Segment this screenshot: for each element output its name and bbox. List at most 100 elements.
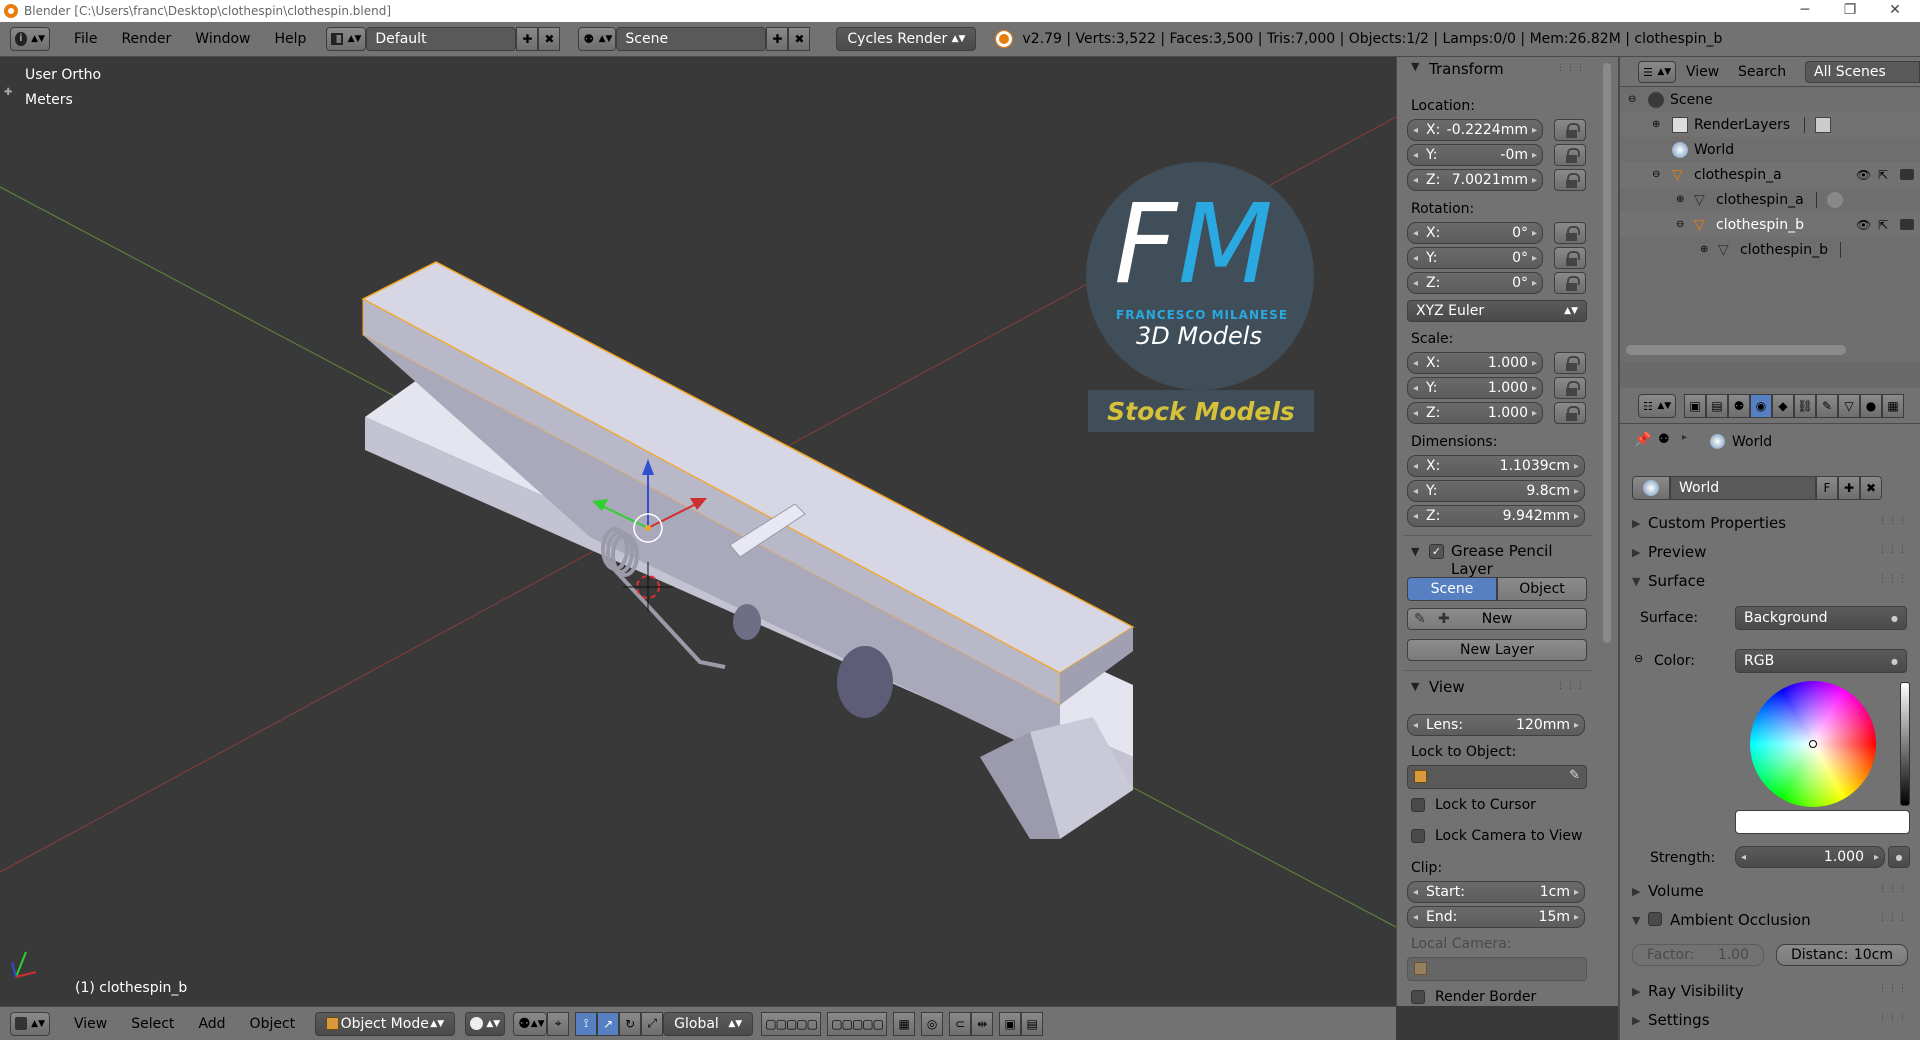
drag-handle-icon[interactable]: ⋮⋮⋮ [1878, 545, 1908, 555]
renderlayer-tab-icon[interactable]: ▤ [1706, 394, 1728, 418]
grease-object-tab[interactable]: Object [1497, 577, 1587, 601]
clip-end-field[interactable]: End:15m [1407, 906, 1585, 928]
section-surface[interactable]: ▼ Surface [1632, 568, 1912, 594]
minimize-button[interactable]: ─ [1784, 0, 1826, 22]
render-opengl-button[interactable]: ▣ [999, 1011, 1022, 1036]
remove-screen-button[interactable]: ✖ [538, 27, 561, 51]
screen-layout-field[interactable]: Default [366, 27, 517, 51]
location-z-field[interactable]: Z:7.0021mm [1407, 169, 1543, 191]
modifier-tab-icon[interactable]: ✎ [1816, 394, 1838, 418]
layers-grid-2[interactable]: ▢▢▢▢▢ [827, 1011, 888, 1036]
section-ray-visibility[interactable]: ▶ Ray Visibility [1632, 978, 1912, 1004]
drag-handle-icon[interactable]: ⋮⋮⋮ [1878, 884, 1908, 894]
cursor-icon[interactable]: ⇱ [1878, 168, 1888, 182]
eye-icon[interactable]: 👁 [1856, 168, 1871, 182]
surface-shader-dropdown[interactable]: Background ● [1735, 606, 1907, 630]
local-camera-field[interactable] [1407, 957, 1587, 981]
scale-manipulator-button[interactable]: ⤢ [641, 1011, 664, 1036]
manipulator-center-button[interactable]: ⌖ [547, 1011, 570, 1036]
toolshelf-toggle[interactable]: ✚ [4, 87, 12, 98]
maximize-button[interactable]: ❐ [1829, 0, 1871, 22]
npanel-scrollbar[interactable] [1603, 63, 1611, 643]
cursor-icon[interactable]: ⇱ [1878, 218, 1888, 232]
unlink-world-button[interactable]: ✖ [1860, 476, 1882, 500]
dimension-y-field[interactable]: Y:9.8cm [1407, 480, 1585, 502]
section-settings[interactable]: ▶ Settings [1632, 1007, 1912, 1033]
outliner-filter-dropdown[interactable]: All Scenes [1805, 61, 1920, 83]
menu-object[interactable]: Object [238, 1016, 308, 1032]
scale-x-field[interactable]: X:1.000 [1407, 352, 1543, 374]
data-tab-icon[interactable]: ▽ [1838, 394, 1860, 418]
drag-handle-icon[interactable]: ⋮⋮⋮ [1878, 913, 1908, 923]
strength-field[interactable]: ◂ 1.000 ▸ [1735, 846, 1885, 868]
color-swatch[interactable] [1735, 810, 1910, 834]
view-panel-title[interactable]: View [1429, 678, 1465, 696]
render-animation-button[interactable]: ▤ [1021, 1011, 1044, 1036]
drag-handle-icon[interactable]: ⋮⋮⋮ [1878, 574, 1908, 584]
camera-icon[interactable] [1900, 219, 1914, 230]
world-tab-icon[interactable]: ◉ [1750, 394, 1772, 418]
lock-icon[interactable] [1554, 169, 1586, 191]
lock-camera-checkbox[interactable] [1411, 829, 1425, 843]
scene-icon-button[interactable]: ⚉ ▲▼ [578, 27, 617, 51]
drag-handle-icon[interactable]: ⋮⋮⋮ [1878, 516, 1908, 526]
proportional-edit-button[interactable]: ◎ [921, 1011, 944, 1036]
3d-viewport[interactable]: User Ortho Meters (1) clothespin_b ✚ F M… [0, 57, 1396, 1006]
outliner-search-menu[interactable]: Search [1738, 64, 1786, 80]
constraints-tab-icon[interactable]: ⛓ [1794, 394, 1816, 418]
pivot-point-dropdown[interactable]: ⚉ ▲▼ [513, 1011, 548, 1036]
eyedropper-icon[interactable]: ✎ [1569, 768, 1580, 783]
world-browse-button[interactable] [1632, 476, 1670, 500]
translate-manipulator-button[interactable]: ↗ [597, 1011, 620, 1036]
outliner-row[interactable]: ⊕ RenderLayers [1620, 112, 1920, 137]
value-slider[interactable] [1900, 682, 1910, 806]
remove-scene-button[interactable]: ✖ [788, 27, 811, 51]
rotation-x-field[interactable]: X:0° [1407, 222, 1543, 244]
render-tab-icon[interactable]: ▣ [1684, 394, 1706, 418]
menu-add[interactable]: Add [186, 1016, 237, 1032]
outliner-row[interactable]: ⊕ ▽ clothespin_a [1620, 187, 1920, 212]
lock-icon[interactable] [1554, 402, 1586, 424]
camera-icon[interactable] [1900, 169, 1914, 180]
lock-icon[interactable] [1554, 119, 1586, 141]
collapse-icon[interactable]: ⊖ [1652, 169, 1666, 180]
viewport-shading-dropdown[interactable]: ▲▼ [465, 1011, 506, 1036]
scene-field[interactable]: Scene [616, 27, 767, 51]
object-tab-icon[interactable]: ◆ [1772, 394, 1794, 418]
layers-grid-1[interactable]: ▢▢▢▢▢ [761, 1011, 822, 1036]
color-wheel[interactable] [1750, 681, 1876, 807]
outliner-row[interactable]: ⊖ Scene [1620, 87, 1920, 112]
lock-layers-button[interactable]: ▦ [893, 1011, 916, 1036]
menu-file[interactable]: File [62, 31, 109, 47]
screen-layout-icon[interactable]: ▲▼ [326, 27, 367, 51]
menu-render[interactable]: Render [109, 31, 183, 47]
rotate-manipulator-button[interactable]: ↻ [619, 1011, 642, 1036]
lock-icon[interactable] [1554, 352, 1586, 374]
render-border-checkbox[interactable] [1411, 990, 1425, 1004]
outliner-row[interactable]: ⊕ ▽ clothespin_b [1620, 237, 1920, 262]
transform-orientation-dropdown[interactable]: Global ▲▼ [663, 1011, 754, 1036]
lock-icon[interactable] [1554, 247, 1586, 269]
dimension-x-field[interactable]: X:1.1039cm [1407, 455, 1585, 477]
drag-handle-icon[interactable]: ⋮⋮⋮ [1556, 681, 1586, 691]
snap-toggle-button[interactable]: ⊂ [949, 1011, 972, 1036]
lock-icon[interactable] [1554, 222, 1586, 244]
outliner-row[interactable]: ⊖ ▽ clothespin_b 👁 ⇱ [1620, 212, 1920, 237]
lock-icon[interactable] [1554, 272, 1586, 294]
collapse-icon[interactable]: ⊖ [1676, 219, 1690, 230]
grease-new-button[interactable]: ✎ ✚ New [1407, 608, 1587, 630]
manipulator-toggle-button[interactable]: ⟟ [575, 1011, 598, 1036]
section-ambient-occlusion[interactable]: ▼ Ambient Occlusion [1632, 907, 1912, 933]
grease-pencil-title[interactable]: Grease Pencil Layer [1451, 542, 1598, 578]
section-volume[interactable]: ▶ Volume [1632, 878, 1912, 904]
close-button[interactable]: ✕ [1874, 0, 1916, 22]
expand-icon[interactable]: ⊕ [1700, 244, 1714, 255]
snap-element-button[interactable]: ⇹ [971, 1011, 994, 1036]
add-scene-button[interactable]: ✚ [766, 27, 789, 51]
grease-scene-tab[interactable]: Scene [1407, 577, 1497, 601]
ambient-occlusion-checkbox[interactable] [1648, 912, 1662, 926]
fake-user-button[interactable]: F [1816, 476, 1838, 500]
lens-field[interactable]: Lens:120mm [1407, 714, 1585, 736]
drag-handle-icon[interactable]: ⋮⋮⋮ [1556, 63, 1586, 73]
editor-type-button[interactable]: i ▲▼ [10, 27, 50, 51]
